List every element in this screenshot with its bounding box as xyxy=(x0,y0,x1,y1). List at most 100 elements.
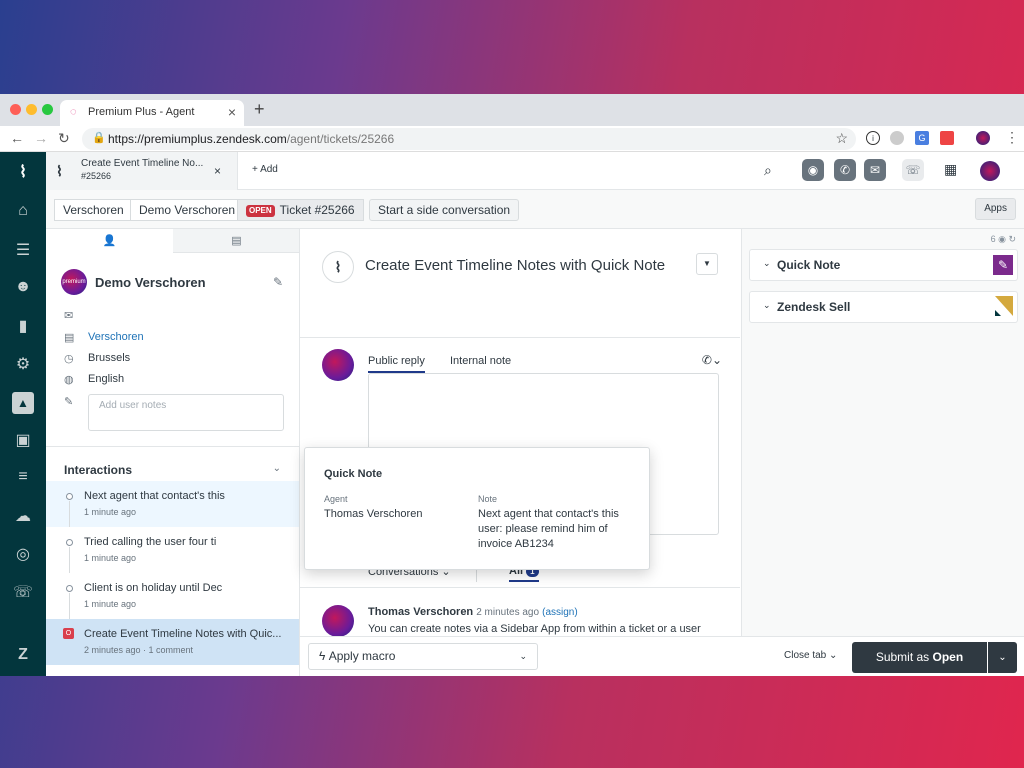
talk-phone-icon[interactable]: ✆ xyxy=(834,159,856,181)
quick-note-icon: ✎ xyxy=(993,255,1013,275)
close-window-button[interactable] xyxy=(10,104,21,115)
lock-icon: 🔒 xyxy=(92,132,106,144)
forward-arrow-icon[interactable]: → xyxy=(34,130,48,146)
comment-author-avatar xyxy=(322,605,354,637)
phone-channel-icon[interactable]: ✆⌄ xyxy=(702,353,722,367)
user-panel: 👤 ▤ premium plus Demo Verschoren ✎ ✉ ▤ V… xyxy=(46,229,300,676)
chevron-down-icon[interactable]: ⌄ xyxy=(763,258,771,269)
close-ticket-tab-icon[interactable]: × xyxy=(214,164,221,178)
ticket-tab-title: Create Event Timeline No... xyxy=(81,158,204,169)
home-icon[interactable]: ⌂ xyxy=(0,202,46,220)
new-tab-button[interactable]: + xyxy=(254,99,265,120)
zendesk-sell-title: Zendesk Sell xyxy=(777,300,851,314)
interaction-time: 1 minute ago xyxy=(84,599,137,609)
organization-link[interactable]: Verschoren xyxy=(88,331,144,343)
apply-macro-select[interactable]: ϟ Apply macro ⌄ xyxy=(308,643,538,670)
comment-author[interactable]: Thomas Verschoren xyxy=(368,606,473,618)
zendesk-z-icon[interactable]: Z xyxy=(0,646,46,664)
rocket-app-icon[interactable]: ▲ xyxy=(0,392,46,414)
list-app-icon[interactable]: ≡ xyxy=(0,468,46,486)
apps-meta: 6 ◉ ↻ xyxy=(990,234,1016,244)
list-item[interactable]: Client is on holiday until Dec 1 minute … xyxy=(46,573,299,619)
back-arrow-icon[interactable]: ← xyxy=(10,130,24,146)
search-icon[interactable]: ⌕ xyxy=(764,162,772,179)
agent-avatar[interactable] xyxy=(980,161,1000,181)
close-tab-icon[interactable]: × xyxy=(228,104,236,120)
list-item[interactable]: O Create Event Timeline Notes with Quic.… xyxy=(46,619,299,665)
browser-tab-strip: ◌ Premium Plus - Agent × + xyxy=(0,94,1024,126)
agent-avatar xyxy=(322,349,354,381)
browser-menu-icon[interactable]: ⋮ xyxy=(1005,129,1019,146)
zendesk-nav-bar: ⌇ ⌂ ☰ ☻ ▮ ⚙ ▲ ▣ ≡ ☁ ◎ ☏ Z xyxy=(0,152,46,676)
video-extension-icon[interactable] xyxy=(940,131,954,145)
ticket-tab[interactable]: ⌇ Create Event Timeline No... #25266 × xyxy=(46,152,238,190)
edit-pencil-icon[interactable]: ✎ xyxy=(273,275,283,289)
reload-icon[interactable]: ↻ xyxy=(58,130,70,147)
views-icon[interactable]: ☰ xyxy=(0,240,46,260)
interaction-title: Tried calling the user four ti xyxy=(84,536,217,548)
tab-user[interactable]: 👤 xyxy=(46,229,173,253)
bookmark-star-icon[interactable]: ☆ xyxy=(835,130,848,147)
minimize-window-button[interactable] xyxy=(26,104,37,115)
zendesk-logo-icon[interactable]: ⌇ xyxy=(0,162,46,182)
submit-button[interactable]: Submit as Open xyxy=(852,642,987,673)
close-tab-button[interactable]: Close tab ⌄ xyxy=(784,650,837,661)
chat-extension-icon[interactable] xyxy=(890,131,904,145)
product-tray-icon[interactable]: ▦ xyxy=(944,161,957,178)
list-item[interactable]: Tried calling the user four ti 1 minute … xyxy=(46,527,299,573)
chevron-down-icon[interactable]: ⌄ xyxy=(273,463,281,474)
admin-gear-icon[interactable]: ⚙ xyxy=(0,354,46,374)
ticket-options-button[interactable]: ▼ xyxy=(696,253,718,275)
chat-status-icon[interactable]: ◉ xyxy=(802,159,824,181)
breadcrumb-ticket[interactable]: OPEN Ticket #25266 xyxy=(237,199,364,221)
url-field[interactable]: 🔒 https://premiumplus.zendesk.com/agent/… xyxy=(82,128,856,150)
message-icon[interactable]: ✉ xyxy=(864,159,886,181)
ticket-icon: ⌇ xyxy=(56,163,63,179)
add-button[interactable]: + Add xyxy=(252,164,278,175)
breadcrumb-organization[interactable]: Verschoren xyxy=(54,199,133,221)
comment-header: Thomas Verschoren 2 minutes ago (assign) xyxy=(368,606,578,618)
interaction-time: 2 minutes ago · 1 comment xyxy=(84,645,194,655)
note-icon: ✎ xyxy=(64,396,74,408)
timeline-dot-icon xyxy=(66,585,73,592)
tab-public-reply[interactable]: Public reply xyxy=(368,355,425,373)
customers-icon[interactable]: ☻ xyxy=(0,278,46,296)
chevron-down-icon[interactable]: ⌄ xyxy=(763,300,771,311)
timeline-dot-icon xyxy=(66,539,73,546)
tab-organization[interactable]: ▤ xyxy=(173,229,299,253)
timeline-dot-icon xyxy=(66,493,73,500)
user-notes-field[interactable]: Add user notes xyxy=(88,394,284,431)
call-status-icon[interactable]: ☏ xyxy=(902,159,924,181)
note-label: Note xyxy=(478,494,498,504)
comment-time: 2 minutes ago xyxy=(476,607,540,618)
breadcrumb-user[interactable]: Demo Verschoren xyxy=(130,199,245,221)
divider xyxy=(300,337,740,338)
zoom-window-button[interactable] xyxy=(42,104,53,115)
browser-tab[interactable]: ◌ Premium Plus - Agent × xyxy=(60,100,244,126)
submit-options-chevron-icon[interactable]: ⌄ xyxy=(988,642,1017,673)
ticket-subject[interactable]: Create Event Timeline Notes with Quick N… xyxy=(365,257,665,274)
phone-app-icon[interactable]: ☏ xyxy=(0,582,46,602)
list-item[interactable]: Next agent that contact's this 1 minute … xyxy=(46,481,299,527)
cloud-icon[interactable]: ☁ xyxy=(0,506,46,526)
side-conversation-button[interactable]: Start a side conversation xyxy=(369,199,520,221)
hidden-eye-icon[interactable]: ◎ xyxy=(0,544,46,564)
user-panel-tabs: 👤 ▤ xyxy=(46,229,299,253)
assign-link[interactable]: (assign) xyxy=(542,607,578,618)
popover-title: Quick Note xyxy=(324,468,383,480)
ticket-icon: ⌇ xyxy=(322,251,354,283)
chevron-down-icon: ⌄ xyxy=(519,651,527,661)
apps-button[interactable]: Apps xyxy=(975,198,1016,220)
status-badge: OPEN xyxy=(246,205,275,217)
quick-note-app[interactable]: ⌄ Quick Note ✎ xyxy=(749,249,1018,281)
interaction-time: 1 minute ago xyxy=(84,553,137,563)
browser-window: ◌ Premium Plus - Agent × + ← → ↻ 🔒 https… xyxy=(0,94,1024,676)
tab-internal-note[interactable]: Internal note xyxy=(450,355,511,367)
briefcase-icon[interactable]: ▣ xyxy=(0,430,46,450)
reporting-icon[interactable]: ▮ xyxy=(0,316,46,336)
profile-avatar-icon[interactable] xyxy=(976,131,990,145)
interaction-title: Client is on holiday until Dec xyxy=(84,582,223,594)
translate-extension-icon[interactable]: G xyxy=(915,131,929,145)
zendesk-sell-app[interactable]: ⌄ Zendesk Sell xyxy=(749,291,1018,323)
password-extension-icon[interactable]: i xyxy=(866,131,880,145)
